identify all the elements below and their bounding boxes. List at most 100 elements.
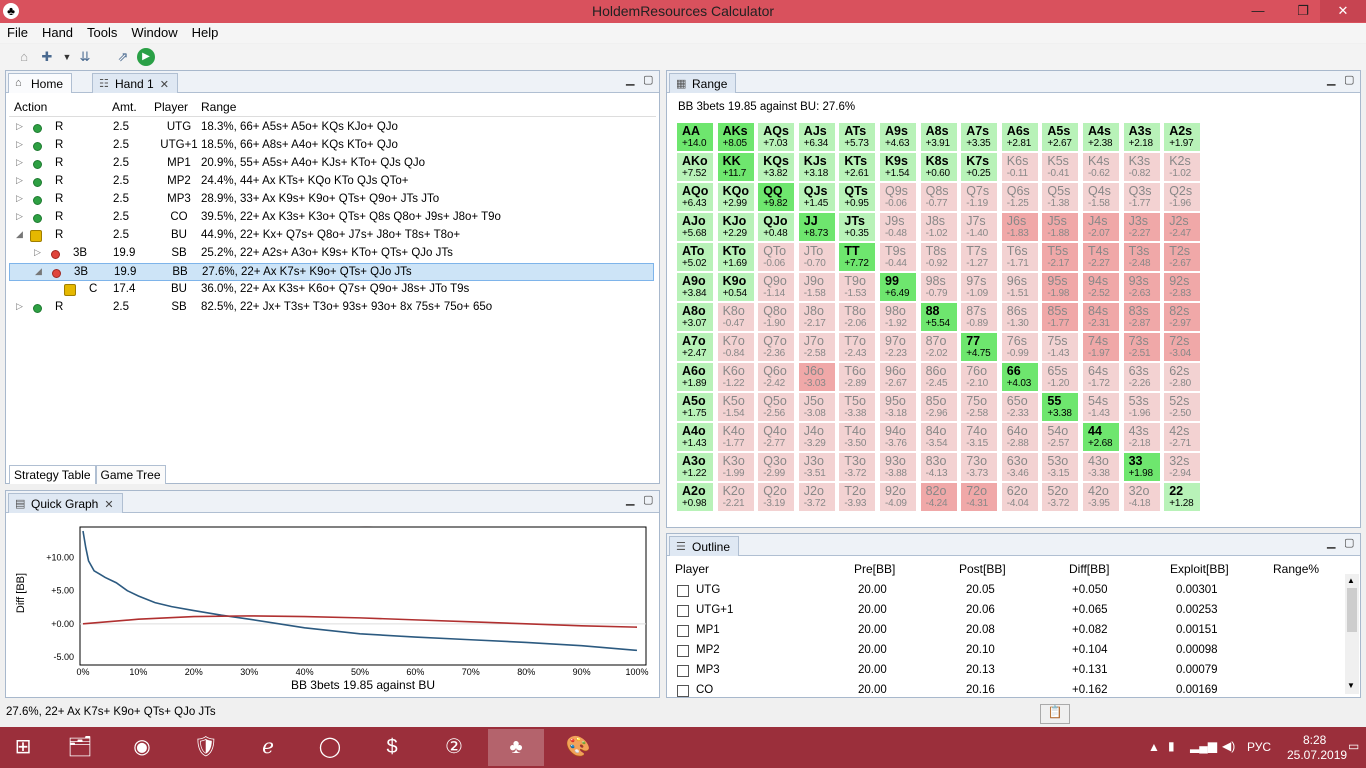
range-cell[interactable]: K2o -2.21 <box>716 482 755 512</box>
panel-minimize-icon[interactable]: ▁ <box>1327 536 1335 549</box>
notifications-icon[interactable]: ▭ <box>1348 739 1359 753</box>
range-cell[interactable]: T6o -2.89 <box>838 362 877 392</box>
range-cell[interactable]: Q2o -3.19 <box>757 482 796 512</box>
tab-strategy-table[interactable]: Strategy Table <box>9 465 96 484</box>
strategy-row[interactable]: ▷ R 2.5 SB 82.5%, 22+ Jx+ T3s+ T3o+ 93s+ 93o… <box>9 299 654 317</box>
ie-icon[interactable]: ℯ <box>240 729 296 766</box>
range-cell[interactable]: 87s -0.89 <box>960 302 999 332</box>
range-cell[interactable]: QTs +0.95 <box>838 182 877 212</box>
scroll-thumb[interactable] <box>1347 588 1357 632</box>
new-hand-icon[interactable]: ✚ <box>38 48 56 66</box>
clock-date[interactable]: 25.07.2019 <box>1287 748 1347 762</box>
range-cell[interactable]: A3s +2.18 <box>1122 122 1161 152</box>
range-cell[interactable]: Q6s -1.25 <box>1000 182 1039 212</box>
close-icon[interactable]: ✕ <box>160 79 169 91</box>
range-cell[interactable]: 96s -1.51 <box>1000 272 1039 302</box>
range-cell[interactable]: Q7o -2.36 <box>757 332 796 362</box>
range-cell[interactable]: 63o -3.46 <box>1000 452 1039 482</box>
range-cell[interactable]: 65o -2.33 <box>1000 392 1039 422</box>
range-cell[interactable]: T5s -2.17 <box>1041 242 1080 272</box>
range-cell[interactable]: T2o -3.93 <box>838 482 877 512</box>
col-pre[interactable]: Pre[BB] <box>854 562 895 576</box>
range-cell[interactable]: 76o -2.10 <box>960 362 999 392</box>
tab-hand-1[interactable]: ☷ Hand 1 ✕ <box>92 73 178 93</box>
range-cell[interactable]: T9s -0.44 <box>879 242 917 272</box>
range-cell[interactable]: 66 +4.03 <box>1000 362 1039 392</box>
range-cell[interactable]: A9s +4.63 <box>879 122 917 152</box>
range-cell[interactable]: 32o -4.18 <box>1122 482 1161 512</box>
range-cell[interactable]: Q3s -1.77 <box>1122 182 1161 212</box>
range-cell[interactable]: A4o +1.43 <box>676 422 714 452</box>
range-cell[interactable]: JTo -0.70 <box>797 242 836 272</box>
player-checkbox[interactable] <box>677 585 689 597</box>
strategy-row[interactable]: ▷ R 2.5 MP2 24.4%, 44+ Ax KTs+ KQo KTo QJs Q… <box>9 173 654 191</box>
range-cell[interactable]: 73s -2.51 <box>1122 332 1161 362</box>
strategy-row[interactable]: C 17.4 BU 36.0%, 22+ Ax K3s+ K6o+ Q7s+ Q9o+… <box>9 281 654 299</box>
menu-window[interactable]: Window <box>124 23 184 42</box>
range-cell[interactable]: T9o -1.53 <box>838 272 877 302</box>
opera-icon[interactable]: ◯ <box>302 729 358 766</box>
tab-home[interactable]: ⌂ Home <box>8 73 73 93</box>
strategy-row[interactable]: ▷ R 2.5 UTG+1 18.5%, 66+ A8s+ A4o+ KQs KTo+ … <box>9 137 654 155</box>
paint-icon[interactable]: 🎨 <box>550 729 606 766</box>
range-cell[interactable]: KTs +2.61 <box>838 152 877 182</box>
range-cell[interactable]: 85o -2.96 <box>919 392 958 422</box>
range-cell[interactable]: J8s -1.02 <box>919 212 958 242</box>
strategy-row[interactable]: ▷ R 2.5 MP1 20.9%, 55+ A5s+ A4o+ KJs+ KTo+ Q… <box>9 155 654 173</box>
outline-row[interactable]: CO 20.00 20.16 +0.162 0.00169 <box>670 680 1340 700</box>
range-cell[interactable]: AQs +7.03 <box>757 122 796 152</box>
strategy-row[interactable]: ◢ R 2.5 BU 44.9%, 22+ Kx+ Q7s+ Q8o+ J7s+ J8o… <box>9 227 654 245</box>
windows-start-icon[interactable]: ⊞ <box>0 729 46 766</box>
menu-help[interactable]: Help <box>185 23 226 42</box>
range-cell[interactable]: T3o -3.72 <box>838 452 877 482</box>
range-cell[interactable]: A4s +2.38 <box>1082 122 1120 152</box>
range-cell[interactable]: 72o -4.31 <box>960 482 999 512</box>
range-cell[interactable]: T8s -0.92 <box>919 242 958 272</box>
expander-icon[interactable]: ▷ <box>16 193 23 204</box>
col-post[interactable]: Post[BB] <box>959 562 1006 576</box>
range-cell[interactable]: J2s -2.47 <box>1163 212 1202 242</box>
range-cell[interactable]: K5s -0.41 <box>1041 152 1080 182</box>
expander-icon[interactable]: ◢ <box>35 266 42 277</box>
range-cell[interactable]: 83s -2.87 <box>1122 302 1161 332</box>
col-range-pct[interactable]: Range% <box>1273 562 1319 576</box>
range-cell[interactable]: K4s -0.62 <box>1082 152 1120 182</box>
range-cell[interactable]: 52o -3.72 <box>1041 482 1080 512</box>
panel-minimize-icon[interactable]: ▁ <box>626 73 634 86</box>
range-cell[interactable]: J3s -2.27 <box>1122 212 1161 242</box>
range-cell[interactable]: K8o -0.47 <box>716 302 755 332</box>
range-cell[interactable]: A5s +2.67 <box>1041 122 1080 152</box>
range-cell[interactable]: KQs +3.82 <box>757 152 796 182</box>
range-cell[interactable]: 64o -2.88 <box>1000 422 1039 452</box>
range-cell[interactable]: Q3o -2.99 <box>757 452 796 482</box>
player-checkbox[interactable] <box>677 625 689 637</box>
dropdown-arrow-icon[interactable]: ▼ <box>58 48 76 66</box>
range-cell[interactable]: K3s -0.82 <box>1122 152 1161 182</box>
expander-icon[interactable]: ▷ <box>16 139 23 150</box>
range-cell[interactable]: 94o -3.76 <box>879 422 917 452</box>
range-cell[interactable]: Q6o -2.42 <box>757 362 796 392</box>
col-player[interactable]: Player <box>675 562 709 576</box>
range-cell[interactable]: K6s -0.11 <box>1000 152 1039 182</box>
range-cell[interactable]: KK +11.7 <box>716 152 755 182</box>
range-cell[interactable]: K9s +1.54 <box>879 152 917 182</box>
range-cell[interactable]: QJo +0.48 <box>757 212 796 242</box>
range-cell[interactable]: 92o -4.09 <box>879 482 917 512</box>
range-cell[interactable]: A8s +3.91 <box>919 122 958 152</box>
range-cell[interactable]: 85s -1.77 <box>1041 302 1080 332</box>
range-cell[interactable]: Q2s -1.96 <box>1163 182 1202 212</box>
tray-volume-icon[interactable]: ◀) <box>1222 739 1235 753</box>
range-cell[interactable]: K2s -1.02 <box>1163 152 1202 182</box>
range-cell[interactable]: J7o -2.58 <box>797 332 836 362</box>
maximize-button[interactable]: ❐ <box>1288 0 1318 22</box>
range-cell[interactable]: 74s -1.97 <box>1082 332 1120 362</box>
range-cell[interactable]: KQo +2.99 <box>716 182 755 212</box>
range-cell[interactable]: 65s -1.20 <box>1041 362 1080 392</box>
range-cell[interactable]: ATs +5.73 <box>838 122 877 152</box>
range-cell[interactable]: TT +7.72 <box>838 242 877 272</box>
range-cell[interactable]: 97s -1.09 <box>960 272 999 302</box>
range-cell[interactable]: AJo +5.68 <box>676 212 714 242</box>
range-cell[interactable]: 93s -2.63 <box>1122 272 1161 302</box>
range-cell[interactable]: JJ +8.73 <box>797 212 836 242</box>
range-cell[interactable]: 82s -2.97 <box>1163 302 1202 332</box>
